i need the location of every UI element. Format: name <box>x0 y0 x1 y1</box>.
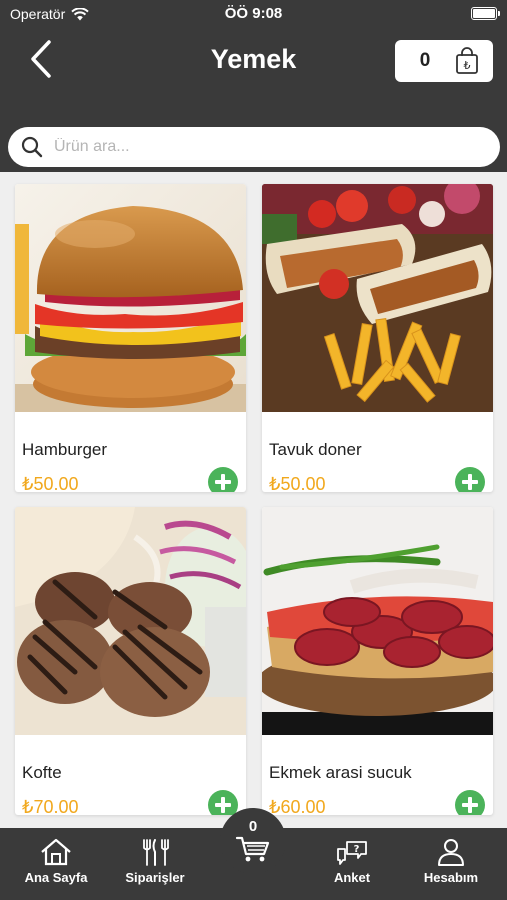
top-bar: Operatör ÖÖ 9:08 Yemek 0 ₺ <box>0 0 507 172</box>
product-price: ₺70.00 <box>22 797 79 815</box>
tab-label: Hesabım <box>423 870 479 885</box>
product-name: Tavuk doner <box>269 440 362 459</box>
chat-question-icon: ? <box>337 841 367 865</box>
add-to-cart-button[interactable] <box>455 467 485 492</box>
tab-label: Anket <box>333 870 371 885</box>
battery-icon <box>471 7 500 20</box>
product-card[interactable]: Hamburger ₺50.00 <box>15 184 246 492</box>
cart-count: 0 <box>419 50 431 71</box>
tab-account[interactable]: Hesabım <box>406 828 496 900</box>
fork-knife-icon <box>143 839 169 866</box>
product-card[interactable]: Tavuk doner ₺50.00 <box>262 184 493 492</box>
person-icon <box>438 839 464 866</box>
center-cart-button[interactable]: 0 <box>220 808 286 874</box>
svg-text:₺: ₺ <box>464 59 471 72</box>
add-to-cart-button[interactable] <box>208 467 238 492</box>
product-image-sucuk-sandwich <box>262 507 493 735</box>
product-price: ₺60.00 <box>269 797 326 815</box>
center-cart-count: 0 <box>248 818 258 835</box>
shopping-bag-icon: ₺ <box>456 47 478 74</box>
search-input[interactable] <box>54 138 474 156</box>
add-to-cart-button[interactable] <box>208 790 238 815</box>
status-bar: Operatör ÖÖ 9:08 <box>0 0 507 28</box>
shopping-cart-icon <box>235 836 270 862</box>
product-price: ₺50.00 <box>22 474 79 492</box>
tab-label: Siparişler <box>125 870 185 885</box>
tab-survey[interactable]: ? Anket <box>307 828 397 900</box>
add-to-cart-button[interactable] <box>455 790 485 815</box>
product-card[interactable]: Kofte ₺70.00 <box>15 507 246 815</box>
tab-label: Ana Sayfa <box>24 870 88 885</box>
status-time: ÖÖ 9:08 <box>224 5 283 22</box>
search-icon <box>21 136 43 158</box>
product-card[interactable]: Ekmek arasi sucuk ₺60.00 <box>262 507 493 815</box>
svg-text:?: ? <box>354 844 360 855</box>
product-name: Kofte <box>22 763 62 782</box>
cart-button[interactable]: 0 ₺ <box>395 40 493 82</box>
product-image-chicken-doner <box>262 184 493 412</box>
search-bar <box>8 127 500 167</box>
tab-orders[interactable]: Siparişler <box>110 828 200 900</box>
home-icon <box>41 838 71 866</box>
tab-home[interactable]: Ana Sayfa <box>11 828 101 900</box>
product-name: Ekmek arasi sucuk <box>269 763 412 782</box>
product-grid: Hamburger ₺50.00 Tavuk doner ₺50.00 Koft… <box>0 172 507 828</box>
product-image-hamburger <box>15 184 246 412</box>
product-image-kofte <box>15 507 246 735</box>
product-price: ₺50.00 <box>269 474 326 492</box>
product-name: Hamburger <box>22 440 108 459</box>
